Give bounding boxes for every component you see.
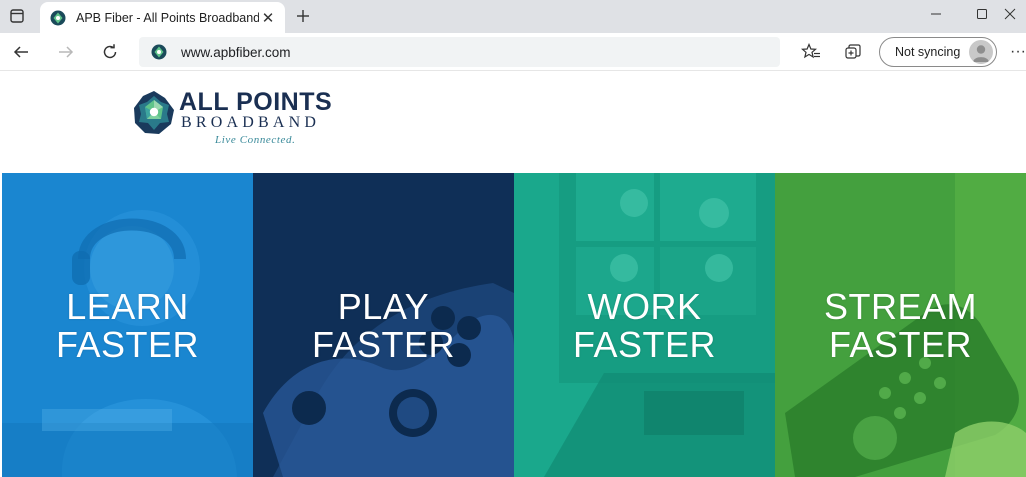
stream-line2: FASTER (828, 324, 973, 365)
tab-title: APB Fiber - All Points Broadband (76, 10, 259, 25)
learn-line1: LEARN (66, 286, 189, 327)
back-arrow-icon (13, 46, 28, 58)
url-text: www.apbfiber.com (181, 44, 291, 60)
learn-faster-heading: LEARN FASTER (2, 288, 253, 364)
close-window-icon (1004, 8, 1016, 20)
minimize-button[interactable] (914, 0, 958, 28)
forward-arrow-icon (59, 46, 74, 58)
tab-close-icon[interactable]: ✕ (259, 9, 277, 27)
collections-button[interactable] (838, 37, 868, 67)
forward-button[interactable] (51, 37, 81, 67)
navigation-bar: www.apbfiber.com Not syncing ··· (0, 33, 1026, 71)
collections-icon (845, 44, 861, 59)
stream-faster-panel[interactable]: STREAM FASTER (775, 173, 1026, 477)
learn-line2: FASTER (55, 324, 200, 365)
work-faster-heading: WORK FASTER (514, 288, 775, 364)
logo-name-text: ALL POINTS (179, 88, 333, 116)
play-line2: FASTER (311, 324, 456, 365)
back-button[interactable] (6, 37, 36, 67)
feature-panels: LEARN FASTER PLAY FASTER WORK FASTER STR… (2, 173, 1026, 477)
stream-line1: STREAM (823, 286, 977, 327)
site-logo[interactable]: ALL POINTS BROADBAND Live Connected. (131, 88, 351, 148)
stream-faster-heading: STREAM FASTER (775, 288, 1026, 364)
work-line1: WORK (587, 286, 702, 327)
new-tab-button[interactable] (290, 4, 316, 28)
sync-status-label: Not syncing (895, 45, 961, 59)
plus-icon (297, 10, 309, 22)
favorites-star-icon (801, 43, 820, 59)
more-dots-icon: ··· (1010, 43, 1026, 60)
favorites-button[interactable] (796, 37, 826, 67)
close-window-button[interactable] (1004, 0, 1026, 28)
webpage: ALL POINTS BROADBAND Live Connected. LEA… (0, 72, 1026, 477)
profile-sync-button[interactable]: Not syncing (879, 37, 997, 67)
play-line1: PLAY (337, 286, 430, 327)
apb-star-logo-icon (134, 91, 174, 134)
refresh-button[interactable] (95, 37, 125, 67)
minimize-icon (931, 13, 941, 15)
maximize-button[interactable] (960, 0, 1004, 28)
tab-actions-menu-button[interactable] (4, 4, 30, 28)
refresh-icon (103, 44, 117, 59)
browser-tab[interactable]: APB Fiber - All Points Broadband ✕ (40, 2, 285, 33)
address-bar[interactable]: www.apbfiber.com (139, 37, 780, 67)
work-line2: FASTER (572, 324, 717, 365)
play-faster-heading: PLAY FASTER (253, 288, 514, 364)
profile-avatar-icon (969, 40, 993, 64)
apb-favicon-icon (50, 10, 66, 25)
work-faster-panel[interactable]: WORK FASTER (514, 173, 775, 477)
site-favicon-icon (151, 44, 167, 60)
logo-sub-text: BROADBAND (181, 114, 321, 131)
settings-more-button[interactable]: ··· (1010, 37, 1026, 67)
learn-faster-panel[interactable]: LEARN FASTER (2, 173, 253, 477)
logo-tagline: Live Connected. (215, 134, 296, 146)
maximize-icon (977, 9, 987, 19)
tab-strip: APB Fiber - All Points Broadband ✕ (0, 0, 1026, 33)
play-faster-panel[interactable]: PLAY FASTER (253, 173, 514, 477)
tab-actions-icon (10, 9, 24, 23)
